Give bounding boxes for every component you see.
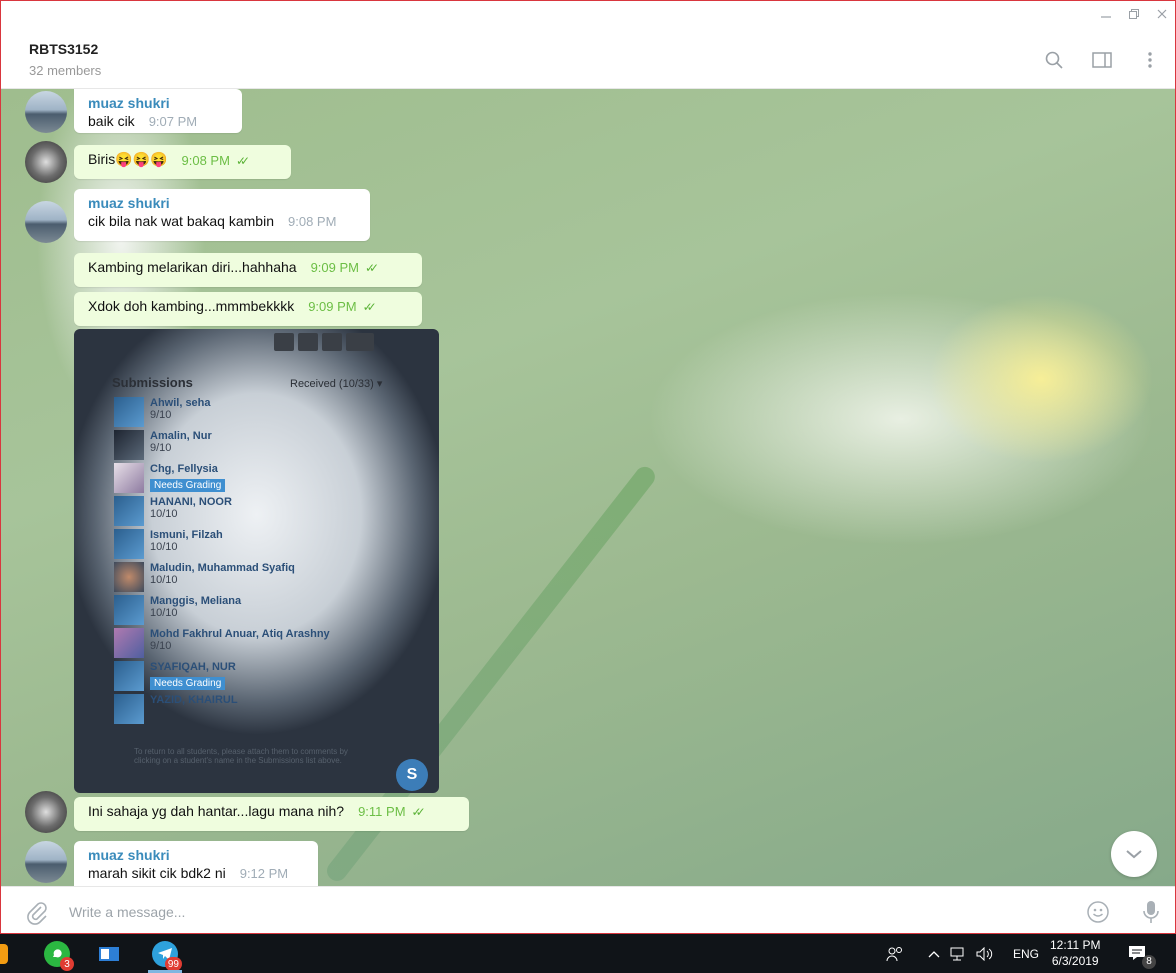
minimize-button[interactable] — [1099, 7, 1113, 21]
telegram-window: RBTS3152 32 members muaz shukri baik cik… — [0, 0, 1176, 934]
chevron-down-icon — [1126, 850, 1142, 859]
list-item: Maludin, Muhammad Syafiq 10/10 — [114, 562, 404, 595]
read-checks-icon: ✓✓ — [365, 260, 379, 275]
message-text: Ini sahaja yg dah hantar...lagu mana nih… — [88, 803, 345, 819]
chat-title: RBTS3152 — [29, 41, 99, 57]
message-time: 9:08 PM — [181, 153, 230, 168]
list-item: Chg, Fellysia Needs Grading — [114, 463, 404, 496]
message-text: Biris😝😝😝 — [88, 151, 168, 167]
start-edge-icon[interactable] — [0, 944, 8, 964]
list-item: Manggis, Meliana 10/10 — [114, 595, 404, 628]
avatar[interactable] — [25, 91, 67, 133]
attach-icon[interactable] — [25, 901, 49, 925]
clock-date: 6/3/2019 — [1051, 954, 1099, 968]
message-bubble[interactable]: Ini sahaja yg dah hantar...lagu mana nih… — [74, 797, 469, 831]
message-sender[interactable]: muaz shukri — [88, 195, 356, 211]
message-text: marah sikit cik bdk2 ni — [88, 865, 226, 881]
message-bubble[interactable]: muaz shukri marah sikit cik bdk2 ni 9:12 … — [74, 841, 318, 886]
avatar[interactable] — [25, 791, 67, 833]
list-item: SYAFIQAH, NUR Needs Grading — [114, 661, 404, 694]
list-item: Ismuni, Filzah 10/10 — [114, 529, 404, 562]
avatar[interactable] — [25, 141, 67, 183]
file-explorer-icon[interactable] — [96, 941, 122, 967]
message-time: 9:12 PM — [239, 866, 289, 881]
message-text: cik bila nak wat bakaq kambin — [88, 213, 274, 229]
chat-header[interactable]: RBTS3152 32 members — [1, 29, 1175, 89]
list-item: YAZID, KHAIRUL — [114, 694, 404, 727]
read-checks-icon: ✓✓ — [362, 299, 377, 314]
action-center-icon[interactable]: 8 — [1128, 934, 1156, 973]
whatsapp-icon[interactable]: 3 — [44, 941, 74, 971]
list-item: Amalin, Nur 9/10 — [114, 430, 404, 463]
list-item: Ahwil, seha 9/10 — [114, 397, 404, 430]
microphone-icon[interactable] — [1139, 899, 1163, 925]
avatar[interactable] — [25, 841, 67, 883]
message-bubble[interactable]: muaz shukri cik bila nak wat bakaq kambi… — [74, 189, 370, 241]
network-icon[interactable] — [950, 934, 968, 973]
close-button[interactable] — [1155, 7, 1169, 21]
message-time: 9:07 PM — [148, 114, 198, 129]
message-text: Kambing melarikan diri...hahhaha — [88, 259, 297, 275]
read-checks-icon: ✓✓ — [235, 153, 250, 168]
tray-chevron-up-icon[interactable] — [928, 934, 940, 973]
telegram-icon[interactable]: 99 — [152, 941, 182, 971]
telegram-badge: 99 — [164, 957, 182, 971]
language-indicator[interactable]: ENG — [1013, 934, 1039, 973]
list-item: Mohd Fakhrul Anuar, Atiq Arashny 9/10 — [114, 628, 404, 661]
photo-footer: To return to all students, please attach… — [134, 747, 348, 765]
list-item: HANANI, NOOR 10/10 — [114, 496, 404, 529]
message-sender[interactable]: muaz shukri — [88, 95, 228, 111]
notification-count: 8 — [1142, 954, 1156, 969]
volume-icon[interactable] — [976, 934, 994, 973]
window-titlebar — [1, 1, 1175, 29]
message-bubble[interactable]: Xdok doh kambing...mmmbekkkk 9:09 PM ✓✓ — [74, 292, 422, 326]
whatsapp-badge: 3 — [60, 957, 74, 971]
photo-message[interactable]: Submissions Received (10/33) ▾ Ahwil, se… — [74, 329, 439, 793]
chat-history[interactable]: muaz shukri baik cik 9:07 PM Biris😝😝😝 9:08… — [1, 89, 1175, 886]
message-bubble[interactable]: Kambing melarikan diri...hahhaha 9:09 PM ✓… — [74, 253, 422, 287]
message-time: 9:09 PM — [308, 299, 357, 314]
message-input[interactable] — [69, 899, 1069, 925]
photo-title: Submissions — [112, 375, 193, 390]
search-icon[interactable] — [1043, 49, 1065, 71]
message-bubble[interactable]: Biris😝😝😝 9:08 PM ✓✓ — [74, 145, 291, 179]
system-clock[interactable]: 12:11 PM 6/3/2019 — [1050, 937, 1100, 969]
photo-received: Received (10/33) ▾ — [290, 378, 383, 390]
message-text: baik cik — [88, 113, 135, 129]
photo-logo: S — [396, 759, 428, 791]
member-count: 32 members — [29, 63, 102, 78]
message-time: 9:09 PM — [310, 260, 359, 275]
photo-toolbar — [274, 333, 374, 351]
sidebar-toggle-icon[interactable] — [1091, 49, 1113, 71]
windows-taskbar: 3 99 ENG 12:11 PM 6/3/2019 8 — [0, 934, 1176, 973]
more-menu-icon[interactable] — [1139, 49, 1161, 71]
restore-button[interactable] — [1127, 7, 1141, 21]
avatar[interactable] — [25, 201, 67, 243]
emoji-icon[interactable] — [1086, 900, 1110, 924]
message-bubble[interactable]: muaz shukri baik cik 9:07 PM — [74, 89, 242, 133]
read-checks-icon: ✓✓ — [411, 804, 426, 819]
message-sender[interactable]: muaz shukri — [88, 847, 304, 863]
message-time: 9:08 PM — [288, 214, 337, 229]
people-icon[interactable] — [886, 934, 904, 973]
message-time: 9:11 PM — [358, 804, 406, 819]
message-text: Xdok doh kambing...mmmbekkkk — [88, 298, 295, 314]
scroll-down-button[interactable] — [1111, 831, 1157, 877]
message-composer — [1, 886, 1175, 933]
clock-time: 12:11 PM — [1050, 938, 1101, 952]
